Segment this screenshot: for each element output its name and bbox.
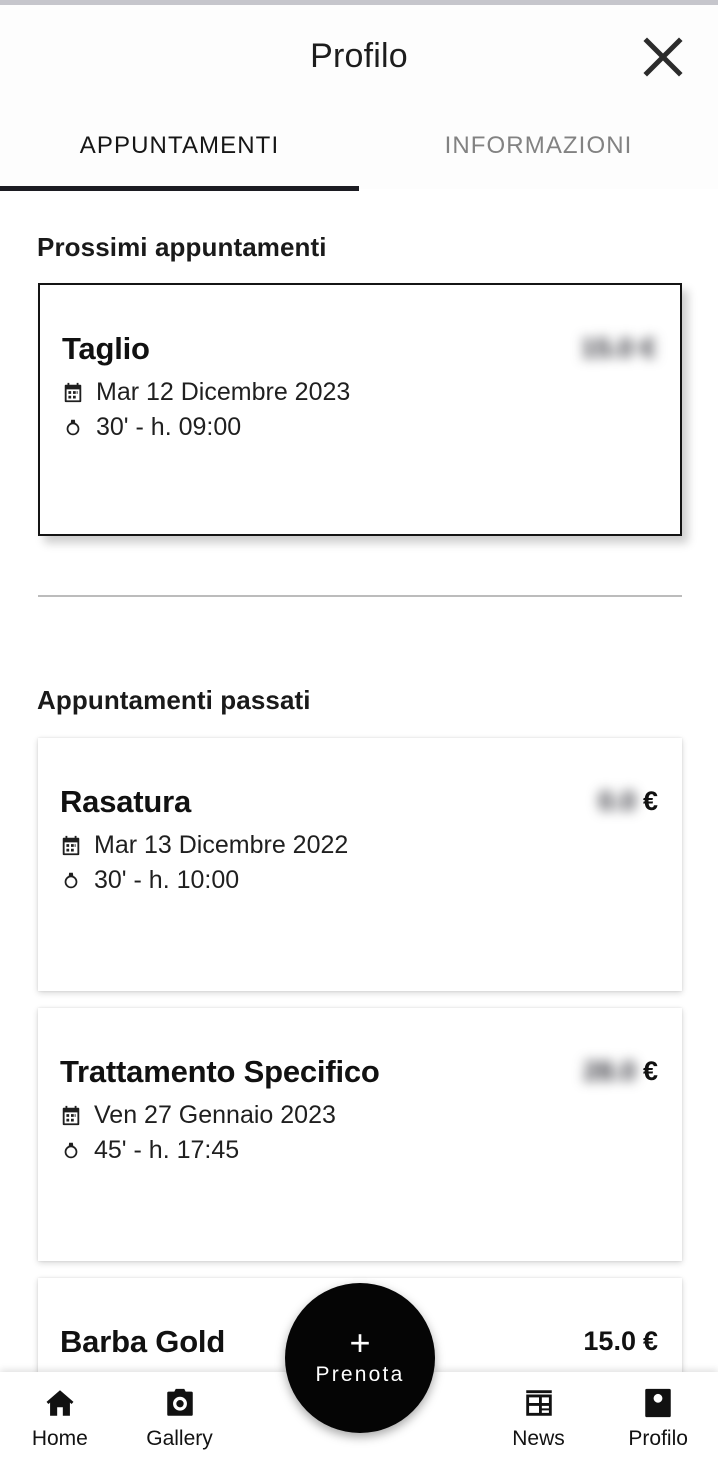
close-icon	[640, 34, 686, 80]
camera-icon	[163, 1386, 197, 1420]
appointment-price-currency: €	[642, 1056, 658, 1086]
nav-item-home[interactable]: Home	[0, 1386, 120, 1451]
tab-informazioni-label: INFORMAZIONI	[444, 131, 633, 159]
nav-item-gallery-label: Gallery	[146, 1427, 213, 1450]
home-icon	[43, 1386, 77, 1420]
appointments-scroll-area[interactable]: Prossimi appuntamenti Taglio 15.0 € Mar …	[0, 191, 718, 1372]
appointment-time-text: 30' - h. 10:00	[94, 866, 240, 895]
appointment-price-currency: €	[642, 786, 658, 816]
nav-item-gallery[interactable]: Gallery	[120, 1386, 240, 1451]
section-title-upcoming: Prossimi appuntamenti	[37, 232, 327, 262]
appointment-price-amount: 15.0	[583, 1326, 636, 1356]
appointment-time-row: 45' - h. 17:45	[60, 1136, 658, 1165]
appointment-time-text: 30' - h. 09:00	[96, 413, 242, 442]
appointment-price: 0.0 €	[598, 786, 658, 817]
tab-appuntamenti-label: APPUNTAMENTI	[79, 131, 280, 159]
tab-appuntamenti[interactable]: APPUNTAMENTI	[0, 108, 359, 189]
nav-item-news-label: News	[512, 1427, 565, 1450]
watch-icon	[62, 417, 84, 439]
appointment-price: 15.0 €	[580, 333, 656, 363]
appointment-service-name: Rasatura	[60, 784, 192, 819]
appointment-date-text: Mar 12 Dicembre 2023	[96, 378, 351, 407]
prenota-fab-button[interactable]: + Prenota	[285, 1283, 435, 1433]
calendar-icon	[62, 382, 84, 404]
appointment-price: 28.0 €	[583, 1056, 658, 1087]
prenota-fab-label: Prenota	[315, 1362, 405, 1386]
appointment-service-name: Trattamento Specifico	[60, 1054, 380, 1089]
nav-item-profilo[interactable]: Profilo	[598, 1386, 718, 1451]
watch-icon	[60, 1140, 82, 1162]
appointment-price-amount: 28.0	[583, 1056, 636, 1086]
appointment-service-name: Taglio	[62, 331, 150, 366]
appointment-price-amount: 0.0	[598, 786, 636, 816]
appointment-date-text: Ven 27 Gennaio 2023	[94, 1101, 336, 1130]
close-button[interactable]	[635, 29, 691, 85]
calendar-icon	[60, 835, 82, 857]
past-appointment-card[interactable]: Rasatura 0.0 € Mar 13 Dicembre 2022 30' …	[38, 738, 682, 991]
appointment-date-row: Mar 13 Dicembre 2022	[60, 831, 658, 860]
appointment-time-row: 30' - h. 10:00	[60, 866, 658, 895]
section-title-past: Appuntamenti passati	[37, 685, 311, 715]
appointment-service-name: Barba Gold	[60, 1324, 226, 1359]
calendar-icon	[60, 1105, 82, 1127]
nav-item-news[interactable]: News	[479, 1386, 599, 1451]
header: Profilo	[0, 5, 718, 108]
appointment-time-text: 45' - h. 17:45	[94, 1136, 240, 1165]
appointment-date-row: Mar 12 Dicembre 2023	[62, 378, 656, 407]
appointment-price: 15.0 €	[583, 1326, 658, 1357]
appointment-date-row: Ven 27 Gennaio 2023	[60, 1101, 658, 1130]
page-title: Profilo	[310, 37, 408, 75]
person-badge-icon	[641, 1386, 675, 1420]
tab-informazioni[interactable]: INFORMAZIONI	[359, 108, 718, 189]
appointment-time-row: 30' - h. 09:00	[62, 413, 656, 442]
upcoming-appointment-card[interactable]: Taglio 15.0 € Mar 12 Dicembre 2023 30' -…	[38, 283, 682, 536]
tab-bar: APPUNTAMENTI INFORMAZIONI	[0, 108, 718, 189]
section-divider	[38, 595, 682, 597]
past-appointment-card[interactable]: Trattamento Specifico 28.0 € Ven 27 Genn…	[38, 1008, 682, 1261]
news-icon	[522, 1386, 556, 1420]
appointment-date-text: Mar 13 Dicembre 2022	[94, 831, 349, 860]
appointment-price-currency: €	[642, 1326, 658, 1356]
nav-item-home-label: Home	[31, 1427, 88, 1450]
nav-item-profilo-label: Profilo	[628, 1427, 688, 1450]
plus-icon: +	[349, 1322, 371, 1364]
watch-icon	[60, 870, 82, 892]
